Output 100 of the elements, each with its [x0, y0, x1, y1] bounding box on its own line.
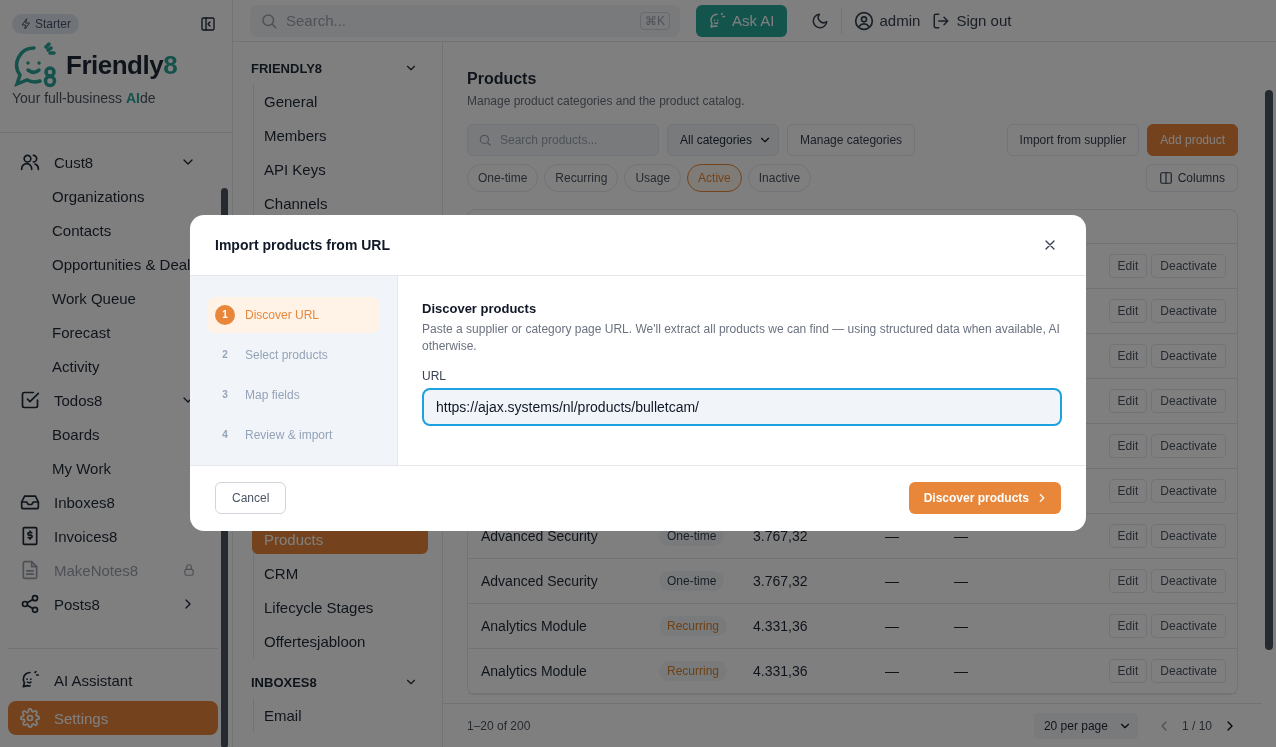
- config-nav-link[interactable]: General: [252, 84, 428, 118]
- product-name: Analytics Module: [481, 663, 588, 679]
- table-cell-text: —: [885, 528, 900, 544]
- price: 3.767,32: [753, 573, 809, 589]
- document-icon: [20, 560, 40, 580]
- price: 4.331,36: [753, 618, 809, 634]
- edit-button[interactable]: Edit: [1108, 659, 1148, 683]
- category-select[interactable]: All categories: [667, 124, 780, 156]
- edit-button[interactable]: Edit: [1108, 434, 1148, 458]
- deactivate-button[interactable]: Deactivate: [1151, 569, 1226, 593]
- lock-icon: [182, 563, 196, 577]
- price: 4.331,36: [753, 663, 809, 679]
- config-nav-link[interactable]: API Keys: [252, 152, 428, 186]
- user-icon: [853, 10, 874, 31]
- type-tag: One-time: [659, 571, 725, 591]
- share-icon: [20, 594, 40, 614]
- deactivate-button[interactable]: Deactivate: [1151, 479, 1226, 503]
- deactivate-button[interactable]: Deactivate: [1151, 434, 1226, 458]
- columns-button[interactable]: Columns: [1145, 164, 1238, 192]
- plan-badge: Starter: [12, 14, 79, 34]
- sign-out-link[interactable]: Sign out: [932, 11, 1012, 30]
- action-button[interactable]: Import from supplier: [1006, 124, 1140, 156]
- nav-subitem[interactable]: Organizations: [8, 179, 208, 213]
- deactivate-button[interactable]: Deactivate: [1151, 254, 1226, 278]
- edit-button[interactable]: Edit: [1108, 614, 1148, 638]
- inbox-icon: [20, 492, 40, 512]
- filter-chip[interactable]: Recurring: [544, 164, 619, 192]
- user-menu[interactable]: admin: [853, 10, 921, 31]
- url-input-field[interactable]: https://ajax.systems/nl/products/bulletcam/: [422, 387, 1062, 426]
- filter-chip[interactable]: Active: [687, 164, 742, 192]
- filter-chip[interactable]: Inactive: [747, 164, 812, 192]
- nav-item[interactable]: AI Assistant: [8, 663, 218, 697]
- collapse-sidebar-icon: [200, 16, 216, 32]
- config-nav-link[interactable]: Members: [252, 118, 428, 152]
- config-nav-link[interactable]: Offertesjabloon: [252, 624, 428, 658]
- config-nav-link[interactable]: CRM: [252, 556, 428, 590]
- cancel-button[interactable]: Cancel: [215, 482, 287, 514]
- table-cell-text: —: [885, 573, 900, 589]
- per-page-select[interactable]: 20 per page: [1033, 712, 1138, 739]
- edit-button[interactable]: Edit: [1108, 524, 1148, 548]
- config-nav-link[interactable]: Email: [252, 698, 428, 732]
- users-icon: [20, 152, 40, 172]
- lightning-icon: [20, 18, 32, 30]
- table-cell-text: —: [954, 528, 969, 544]
- nav-item[interactable]: Invoices8: [8, 519, 208, 553]
- config-nav-link[interactable]: Lifecycle Stages: [252, 590, 428, 624]
- discover-button[interactable]: Discover products: [908, 482, 1061, 514]
- section-heading: INBOXES8: [251, 674, 317, 690]
- tagline: Your full-business AIde: [12, 90, 157, 106]
- table-cell-text: —: [954, 663, 969, 679]
- chat-bot-icon: [708, 11, 726, 30]
- nav-item[interactable]: Inboxes8: [8, 485, 208, 519]
- wizard-step[interactable]: 4 Review & import: [207, 416, 380, 453]
- checkbox-icon: [20, 390, 40, 410]
- edit-button[interactable]: Edit: [1108, 389, 1148, 413]
- deactivate-button[interactable]: Deactivate: [1151, 524, 1226, 548]
- page-subtitle: Manage product categories and the product catalog.: [467, 94, 746, 108]
- filter-chip[interactable]: Usage: [624, 164, 682, 192]
- deactivate-button[interactable]: Deactivate: [1151, 614, 1226, 638]
- deactivate-button[interactable]: Deactivate: [1151, 299, 1226, 323]
- scrollbar-thumb[interactable]: [1265, 90, 1273, 650]
- table-cell-text: —: [954, 573, 969, 589]
- field-label: URL: [422, 368, 447, 383]
- edit-button[interactable]: Edit: [1108, 569, 1148, 593]
- action-button[interactable]: Manage categories: [787, 124, 916, 156]
- receipt-icon: [20, 526, 40, 546]
- wizard-step[interactable]: 2 Select products: [207, 336, 380, 373]
- row-range: 1–20 of 200: [467, 718, 531, 733]
- wizard-step[interactable]: 3 Map fields: [207, 376, 380, 413]
- chat-bot-icon: [20, 670, 40, 690]
- section-heading: Discover products: [422, 300, 538, 316]
- product-name: Advanced Security: [481, 528, 599, 544]
- edit-button[interactable]: Edit: [1108, 479, 1148, 503]
- settings-icon: [20, 708, 40, 728]
- type-tag: Recurring: [659, 616, 728, 636]
- deactivate-button[interactable]: Deactivate: [1151, 344, 1226, 368]
- sign-out-icon: [932, 11, 951, 30]
- section-heading: FRIENDLY8: [251, 60, 323, 76]
- edit-button[interactable]: Edit: [1108, 254, 1148, 278]
- product-name: Analytics Module: [481, 618, 588, 634]
- search-icon: [478, 133, 492, 147]
- edit-button[interactable]: Edit: [1108, 344, 1148, 368]
- description: Paste a supplier or category page URL. We'll extract all products we can find — using structured data when available, AI otherwise.: [422, 320, 1061, 355]
- deactivate-button[interactable]: Deactivate: [1151, 659, 1226, 683]
- logo-wordmark: Friendly8: [66, 49, 178, 81]
- nav-item[interactable]: Posts8: [8, 587, 208, 621]
- edit-button[interactable]: Edit: [1108, 299, 1148, 323]
- filter-chip[interactable]: One-time: [467, 164, 539, 192]
- nav-item[interactable]: Settings: [8, 701, 218, 735]
- moon-icon: [810, 11, 829, 30]
- dialog-title: Import products from URL: [215, 236, 390, 253]
- search-icon: [260, 11, 278, 30]
- page-indicator: 1 / 10: [1181, 718, 1212, 733]
- add-button[interactable]: Add product: [1147, 124, 1238, 156]
- table-cell-text: —: [954, 618, 969, 634]
- deactivate-button[interactable]: Deactivate: [1151, 389, 1226, 413]
- nav-item[interactable]: Cust8: [8, 145, 208, 179]
- wizard-step[interactable]: 1 Discover URL: [207, 296, 380, 333]
- columns-icon: [1158, 171, 1173, 185]
- ask-ai-button[interactable]: Ask AI: [696, 4, 787, 37]
